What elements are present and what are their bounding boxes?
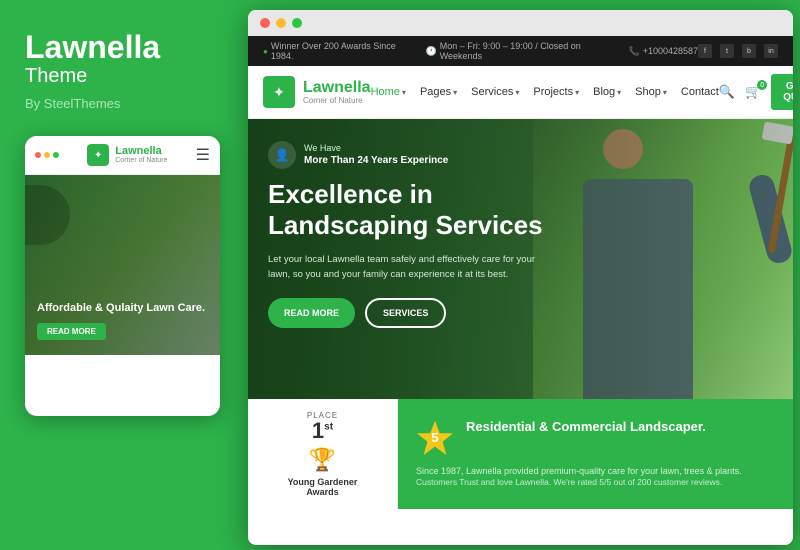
award-dot-icon: ● <box>263 47 268 56</box>
phone-text: +1000428587 <box>643 46 698 56</box>
promo-top: 5 Residential & Commercial Landscaper. <box>416 419 775 457</box>
site-logo: ✦ Lawnella Corner of Nature <box>263 76 371 108</box>
star-badge: 5 <box>416 419 454 457</box>
brand-author: By SteelThemes <box>25 96 215 111</box>
nav-links: Home ▾ Pages ▾ Services ▾ Projects ▾ Blo… <box>371 86 719 98</box>
nav-logo-sub: Corner of Nature <box>303 96 371 105</box>
award-title: Young Gardener Awards <box>288 477 358 497</box>
search-icon[interactable]: 🔍 <box>719 84 735 100</box>
mobile-top-bar: ✦ Lawnella Corner of Nature ☰ <box>25 136 220 175</box>
nav-home[interactable]: Home ▾ <box>371 86 406 98</box>
linkedin-icon[interactable]: in <box>764 44 778 58</box>
award-title-line1: Young Gardener <box>288 477 358 487</box>
hero-content: 👤 We Have More Than 24 Years Experince E… <box>248 119 568 350</box>
promo-text-group: Residential & Commercial Landscaper. <box>466 419 706 435</box>
award-info: ● Winner Over 200 Awards Since 1984. <box>263 41 414 61</box>
award-number: 1st <box>312 418 333 443</box>
top-bar-right: f t b in <box>698 44 778 58</box>
nav-contact[interactable]: Contact <box>681 86 719 98</box>
nav-shop[interactable]: Shop ▾ <box>635 86 667 98</box>
star-number: 5 <box>416 419 454 457</box>
behance-icon[interactable]: b <box>742 44 756 58</box>
nav-projects[interactable]: Projects ▾ <box>533 86 579 98</box>
cart-count: 0 <box>757 80 767 90</box>
award-title-line2: Awards <box>306 487 338 497</box>
site-logo-icon: ✦ <box>263 76 295 108</box>
mobile-window-dots <box>35 152 59 158</box>
award-card: PLACE 1st 🏆 Young Gardener Awards <box>248 399 398 509</box>
mobile-logo-icon: ✦ <box>87 144 109 166</box>
nav-blog[interactable]: Blog ▾ <box>593 86 621 98</box>
nav-pages[interactable]: Pages ▾ <box>420 86 457 98</box>
brand-title: Lawnella <box>25 30 215 65</box>
browser-dot-red <box>260 18 270 28</box>
award-suffix: st <box>324 422 333 433</box>
wheel-decoration <box>25 185 70 245</box>
hero-title-line1: Excellence in <box>268 179 433 209</box>
nav-services[interactable]: Services ▾ <box>471 86 519 98</box>
mobile-mockup: ✦ Lawnella Corner of Nature ☰ Affordable… <box>25 136 220 416</box>
hero-main-title: Excellence in Landscaping Services <box>268 179 548 241</box>
browser-window: ● Winner Over 200 Awards Since 1984. 🕐 M… <box>248 10 793 545</box>
cards-row: PLACE 1st 🏆 Young Gardener Awards 5 <box>248 399 793 509</box>
nav-logo-text: Lawnella <box>303 80 371 96</box>
hours-text: Mon – Fri: 9:00 – 19:00 / Closed on Week… <box>440 41 617 61</box>
nav-logo-text-group: Lawnella Corner of Nature <box>303 80 371 105</box>
phone-info: 📞 +1000428587 <box>628 46 698 57</box>
hero-read-more-button[interactable]: READ MORE <box>268 298 355 328</box>
get-quote-button[interactable]: GET A QUOTE <box>771 74 793 110</box>
twitter-icon[interactable]: t <box>720 44 734 58</box>
promo-card: 5 Residential & Commercial Landscaper. S… <box>398 399 793 509</box>
hero-description: Let your local Lawnella team safely and … <box>268 253 548 282</box>
mobile-logo-text-group: Lawnella Corner of Nature <box>115 146 167 164</box>
theme-label: Theme <box>25 65 215 88</box>
hero-badge-text: We Have More Than 24 Years Experince <box>304 143 448 168</box>
hero-services-button[interactable]: SERVICES <box>365 298 446 328</box>
mobile-dot-green <box>53 152 59 158</box>
promo-desc: Since 1987, Lawnella provided premium-qu… <box>416 465 775 478</box>
facebook-icon[interactable]: f <box>698 44 712 58</box>
hero-buttons: READ MORE SERVICES <box>268 298 548 328</box>
mobile-hamburger-icon[interactable]: ☰ <box>196 145 210 165</box>
award-number-group: 1st <box>312 420 333 443</box>
hero-badge-strong: More Than 24 Years Experince <box>304 154 448 167</box>
hero-section: 👤 We Have More Than 24 Years Experince E… <box>248 119 793 399</box>
browser-dot-yellow <box>276 18 286 28</box>
hero-badge: 👤 We Have More Than 24 Years Experince <box>268 141 548 169</box>
cart-icon[interactable]: 🛒 0 <box>745 84 761 100</box>
nav-actions: 🔍 🛒 0 GET A QUOTE <box>719 74 793 110</box>
mobile-read-more-button[interactable]: READ MORE <box>37 323 106 340</box>
browser-chrome <box>248 10 793 36</box>
mobile-hero-section: Affordable & Qulaity Lawn Care. READ MOR… <box>25 175 220 355</box>
mobile-hero-title: Affordable & Qulaity Lawn Care. <box>37 301 208 315</box>
hero-title-line2: Landscaping Services <box>268 210 543 240</box>
mobile-dot-yellow <box>44 152 50 158</box>
promo-sub-desc: Customers Trust and love Lawnella. We're… <box>416 477 775 489</box>
hero-badge-icon: 👤 <box>268 141 296 169</box>
top-bar-left: ● Winner Over 200 Awards Since 1984. 🕐 M… <box>263 41 698 61</box>
mobile-logo-sub: Corner of Nature <box>115 157 167 164</box>
mobile-dot-red <box>35 152 41 158</box>
promo-title: Residential & Commercial Landscaper. <box>466 419 706 435</box>
award-text: Winner Over 200 Awards Since 1984. <box>271 41 414 61</box>
mobile-logo: ✦ Lawnella Corner of Nature <box>87 144 167 166</box>
left-panel: Lawnella Theme By SteelThemes ✦ Lawnella… <box>0 0 240 550</box>
site-top-bar: ● Winner Over 200 Awards Since 1984. 🕐 M… <box>248 36 793 66</box>
nav-bar: ✦ Lawnella Corner of Nature Home ▾ Pages… <box>248 66 793 119</box>
browser-dot-green <box>292 18 302 28</box>
mobile-logo-text: Lawnella <box>115 146 167 157</box>
award-wreath-icon: 🏆 <box>309 447 336 473</box>
hours-info: 🕐 Mon – Fri: 9:00 – 19:00 / Closed on We… <box>426 41 617 61</box>
